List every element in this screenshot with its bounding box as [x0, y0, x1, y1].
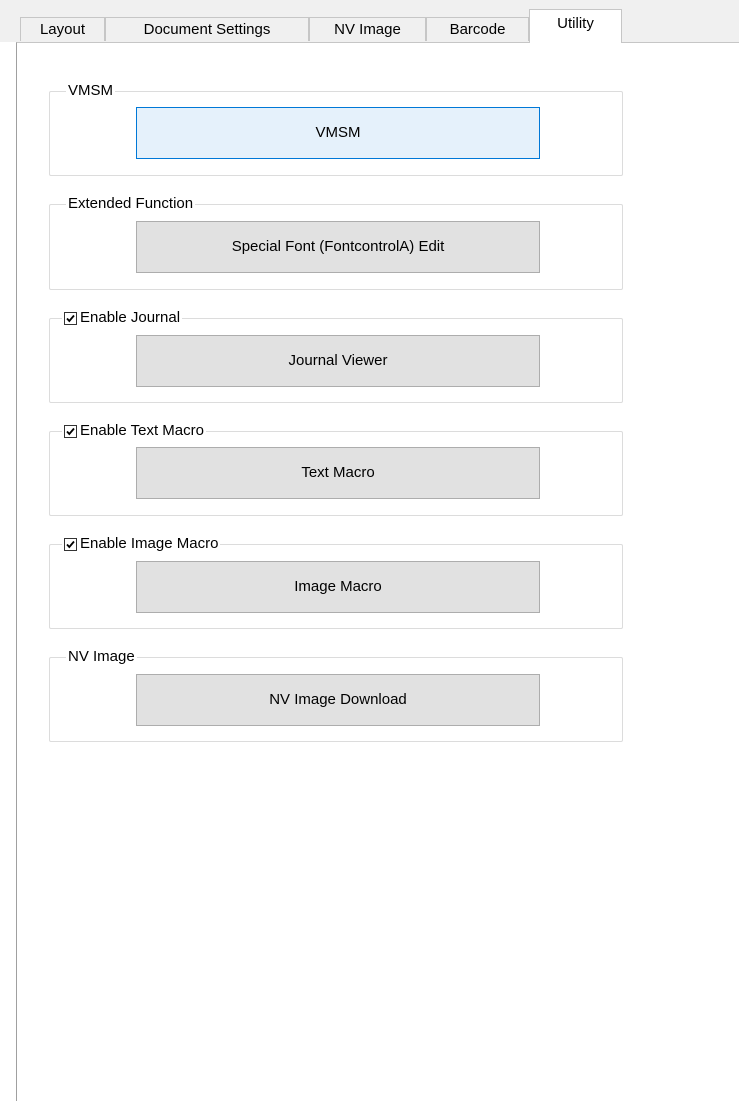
enable-image-macro-label: Enable Image Macro [80, 535, 219, 552]
journal-group: Enable Journal Journal Viewer [49, 308, 623, 403]
tab-nv-image[interactable]: NV Image [309, 17, 426, 41]
enable-journal-label: Enable Journal [80, 309, 181, 326]
enable-journal-checkbox[interactable]: Enable Journal [62, 308, 183, 328]
tab-layout[interactable]: Layout [20, 17, 105, 41]
tab-document-settings[interactable]: Document Settings [105, 17, 309, 41]
text-macro-button[interactable]: Text Macro [136, 447, 540, 499]
journal-viewer-button[interactable]: Journal Viewer [136, 335, 540, 387]
nv-image-group-title: NV Image [66, 647, 137, 667]
enable-image-macro-checkbox[interactable]: Enable Image Macro [62, 534, 221, 554]
extended-function-group: Extended Function Special Font (Fontcont… [49, 194, 623, 290]
enable-text-macro-label: Enable Text Macro [80, 422, 204, 439]
image-macro-group: Enable Image Macro Image Macro [49, 534, 623, 629]
nv-image-group: NV Image NV Image Download [49, 647, 623, 742]
tab-utility[interactable]: Utility [529, 9, 622, 43]
extended-function-group-title: Extended Function [66, 194, 196, 214]
image-macro-button[interactable]: Image Macro [136, 561, 540, 613]
vmsm-group-title: VMSM [66, 81, 115, 101]
vmsm-group: VMSM VMSM [49, 81, 623, 176]
vmsm-button[interactable]: VMSM [136, 107, 540, 159]
checkbox-checked-icon[interactable] [64, 424, 77, 438]
tab-strip: Layout Document Settings NV Image Barcod… [0, 0, 739, 43]
enable-text-macro-checkbox[interactable]: Enable Text Macro [62, 421, 206, 441]
tab-barcode[interactable]: Barcode [426, 17, 529, 41]
checkbox-checked-icon[interactable] [64, 537, 77, 551]
checkbox-checked-icon[interactable] [64, 311, 77, 325]
special-font-edit-button[interactable]: Special Font (FontcontrolA) Edit [136, 221, 540, 273]
nv-image-download-button[interactable]: NV Image Download [136, 674, 540, 726]
text-macro-group: Enable Text Macro Text Macro [49, 421, 623, 516]
